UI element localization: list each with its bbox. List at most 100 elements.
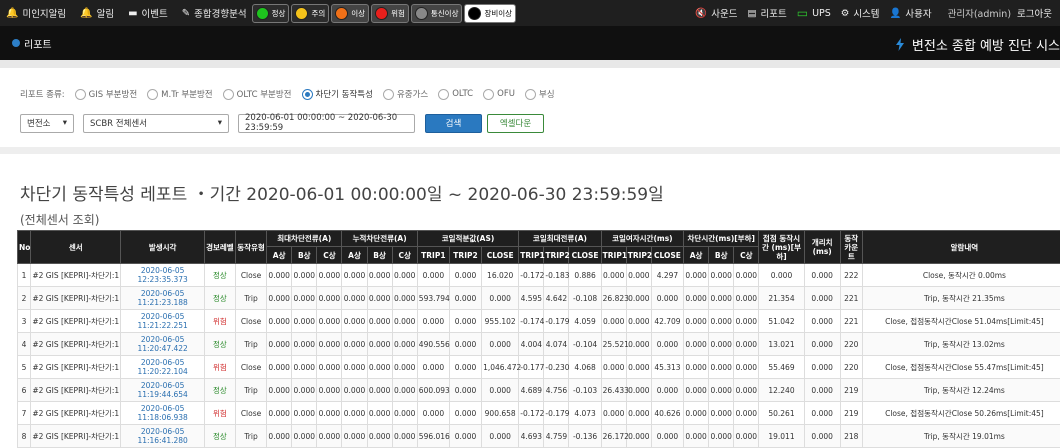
table-cell: 0.000 (449, 287, 481, 310)
table-cell: 0.000 (734, 402, 759, 425)
excel-download-button[interactable]: 엑셀다운 (487, 114, 544, 133)
table-cell: 0.000 (684, 356, 709, 379)
table-cell: 0.000 (342, 264, 367, 287)
sensor-value: SCBR 전체센서 (90, 117, 147, 129)
top-right-label: 사운드 (711, 6, 737, 20)
table-cell: 0.000 (651, 425, 683, 448)
filter-row: 변전소 ▾ SCBR 전체센서 ▾ 2020-06-01 00:00:00 ~ … (20, 113, 1040, 133)
table-cell: 0.000 (292, 310, 317, 333)
radio-button[interactable] (383, 89, 394, 100)
top-menu-3[interactable]: ✎종합경향분석 (182, 6, 247, 20)
table-cell: 900.658 (482, 402, 519, 425)
table-cell: 0.000 (709, 356, 734, 379)
table-cell: Trip (235, 425, 266, 448)
radio-button[interactable] (75, 89, 86, 100)
bell-icon: 🔔 (80, 8, 92, 19)
report-type-option-1[interactable]: M.Tr 부분방전 (147, 88, 212, 100)
table-cell: 2020-06-05 11:21:22.251 (121, 310, 204, 333)
table-cell: 정상 (204, 333, 235, 356)
radio-button[interactable] (302, 89, 313, 100)
table-cell: 0.000 (734, 287, 759, 310)
table-row[interactable]: 4#2 GIS [KEPRI]-차단기:12020-06-05 11:20:47… (18, 333, 1060, 356)
column-header: 경보레벨 (204, 231, 235, 264)
table-cell: 0.000 (367, 264, 392, 287)
status-5[interactable]: 장비이상 (464, 4, 516, 23)
sensor-select[interactable]: SCBR 전체센서 ▾ (83, 114, 229, 133)
radio-button[interactable] (223, 89, 234, 100)
table-row[interactable]: 8#2 GIS [KEPRI]-차단기:12020-06-05 11:16:41… (18, 425, 1060, 448)
table-cell: 0.000 (804, 425, 840, 448)
report-type-group: 리포트 종류: GIS 부분방전M.Tr 부분방전OLTC 부분방전차단기 동작… (20, 88, 1040, 100)
radio-button[interactable] (525, 89, 536, 100)
table-cell: 0.000 (601, 310, 626, 333)
table-cell: 0.000 (804, 379, 840, 402)
radio-label: OFU (497, 89, 515, 99)
table-row[interactable]: 6#2 GIS [KEPRI]-차단기:12020-06-05 11:19:44… (18, 379, 1060, 402)
table-cell: 2020-06-05 11:18:06.938 (121, 402, 204, 425)
table-cell: 0.000 (804, 333, 840, 356)
table-cell: Trip, 동작시간 12.24ms (862, 379, 1060, 402)
table-cell: 2020-06-05 11:20:47.422 (121, 333, 204, 356)
table-cell: Trip (235, 287, 266, 310)
report-type-option-4[interactable]: 유중가스 (383, 88, 428, 100)
report-type-option-7[interactable]: 부싱 (525, 88, 555, 100)
menu-toggle-icon[interactable] (12, 39, 20, 47)
table-cell: 45.313 (651, 356, 683, 379)
status-label: 정상 (272, 8, 286, 19)
status-3[interactable]: 위험 (371, 4, 409, 23)
table-cell: 4.759 (544, 425, 569, 448)
table-cell: 0.000 (267, 379, 292, 402)
top-menu-1[interactable]: 🔔알림 (80, 6, 114, 20)
radio-label: 부싱 (539, 88, 555, 100)
top-right-item-0[interactable]: 🔇사운드 (695, 6, 737, 20)
table-row[interactable]: 2#2 GIS [KEPRI]-차단기:12020-06-05 11:21:23… (18, 287, 1060, 310)
top-menu-0[interactable]: 🔔미인지알림 (6, 6, 66, 20)
report-title: 차단기 동작특성 레포트 ・기간 2020-06-01 00:00:00일 ~ … (20, 180, 1060, 205)
table-cell: 4.756 (544, 379, 569, 402)
battery-icon: ▭ (797, 6, 808, 20)
chevron-down-icon: ▾ (63, 118, 67, 128)
radio-button[interactable] (483, 89, 494, 100)
logout-link[interactable]: 로그아웃 (1017, 6, 1052, 20)
table-row[interactable]: 5#2 GIS [KEPRI]-차단기:12020-06-05 11:20:22… (18, 356, 1060, 379)
sub-column-header: TRIP1 (417, 247, 449, 264)
top-right-item-1[interactable]: ▤리포트 (748, 6, 787, 20)
table-cell: -0.230 (544, 356, 569, 379)
substation-select[interactable]: 변전소 ▾ (20, 114, 74, 133)
table-cell: 0.000 (367, 333, 392, 356)
table-row[interactable]: 7#2 GIS [KEPRI]-차단기:12020-06-05 11:18:06… (18, 402, 1060, 425)
table-cell: 0.000 (317, 287, 342, 310)
top-right-item-2[interactable]: ▭UPS (797, 6, 831, 20)
table-row[interactable]: 3#2 GIS [KEPRI]-차단기:12020-06-05 11:21:22… (18, 310, 1060, 333)
radio-button[interactable] (147, 89, 158, 100)
report-type-option-0[interactable]: GIS 부분방전 (75, 88, 137, 100)
table-cell: 정상 (204, 264, 235, 287)
search-button[interactable]: 검색 (425, 114, 482, 133)
table-row[interactable]: 1#2 GIS [KEPRI]-차단기:12020-06-05 12:23:35… (18, 264, 1060, 287)
top-menu-2[interactable]: ▬이벤트 (128, 6, 168, 20)
status-0[interactable]: 정상 (252, 4, 290, 23)
report-type-option-2[interactable]: OLTC 부분방전 (223, 88, 292, 100)
top-right-item-4[interactable]: 👤사용자 (890, 6, 932, 20)
column-header: 센서 (31, 231, 121, 264)
top-navbar: 🔔미인지알림 🔔알림 ▬이벤트 ✎종합경향분석 정상 주의이상 위험 통신이상장비이상 🔇사… (0, 0, 1060, 26)
status-4[interactable]: 통신이상 (411, 4, 463, 23)
table-cell: 0.000 (342, 379, 367, 402)
table-cell: 26.433 (601, 379, 626, 402)
table-cell: 51.042 (759, 310, 804, 333)
radio-button[interactable] (438, 89, 449, 100)
status-1[interactable]: 주의 (291, 4, 329, 23)
table-cell: 40.626 (651, 402, 683, 425)
table-cell: 0.000 (342, 402, 367, 425)
table-cell: 4.297 (651, 264, 683, 287)
report-type-option-6[interactable]: OFU (483, 89, 515, 100)
report-type-option-5[interactable]: OLTC (438, 89, 473, 100)
sub-column-header: A상 (684, 247, 709, 264)
table-cell: #2 GIS [KEPRI]-차단기:1 (31, 287, 121, 310)
date-range-input[interactable]: 2020-06-01 00:00:00 ~ 2020-06-30 23:59:5… (238, 114, 415, 133)
top-right-item-3[interactable]: ⚙시스템 (841, 6, 880, 20)
status-2[interactable]: 이상 (331, 4, 369, 23)
table-cell: 0.000 (292, 333, 317, 356)
status-label: 위험 (391, 8, 405, 19)
report-type-option-3[interactable]: 차단기 동작특성 (302, 88, 373, 100)
